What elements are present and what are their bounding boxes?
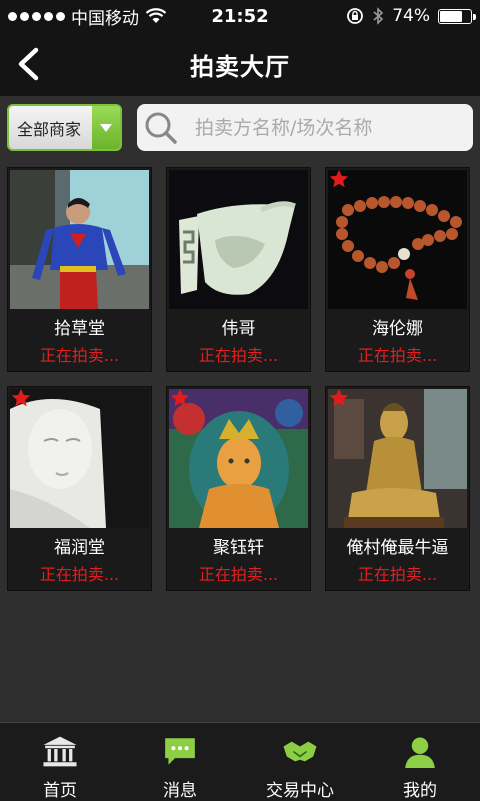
tab-trade-center[interactable]: 交易中心	[240, 723, 360, 801]
featured-star-icon	[170, 388, 190, 407]
featured-star-icon	[329, 169, 349, 188]
auction-name: 海伦娜	[372, 319, 423, 339]
auction-name: 聚钰轩	[213, 538, 264, 558]
auction-status: 正在拍卖...	[198, 346, 279, 365]
page-title: 拍卖大厅	[190, 52, 290, 81]
auction-name: 福润堂	[54, 538, 105, 558]
tab-home[interactable]: 首页	[0, 723, 120, 801]
merchant-filter-label: 全部商家	[17, 119, 82, 139]
merchant-filter-dropdown[interactable]: 全部商家	[7, 104, 122, 151]
status-bar: 中国移动 21:52 74%	[0, 0, 480, 32]
auction-thumbnail-guanyin-statue	[10, 389, 149, 528]
carrier-label: 中国移动	[71, 8, 139, 29]
bank-icon	[43, 736, 77, 767]
auction-status: 正在拍卖...	[198, 565, 279, 584]
user-icon	[405, 737, 435, 768]
auction-card[interactable]: 俺村俺最牛逼 正在拍卖...	[325, 386, 470, 591]
auction-thumbnail-thangka	[169, 389, 308, 528]
chevron-left-icon	[18, 47, 39, 81]
auction-card[interactable]: 海伦娜 正在拍卖...	[325, 167, 470, 372]
search-box[interactable]	[137, 104, 473, 151]
filter-row: 全部商家	[0, 96, 480, 160]
chat-bubble-icon	[165, 738, 195, 765]
auction-status: 正在拍卖...	[39, 346, 120, 365]
auction-card[interactable]: 拾草堂 正在拍卖...	[7, 167, 152, 372]
auction-card[interactable]: 聚钰轩 正在拍卖...	[166, 386, 311, 591]
handshake-icon	[283, 741, 317, 762]
auction-card[interactable]: 福润堂 正在拍卖...	[7, 386, 152, 591]
featured-star-icon	[329, 388, 349, 407]
signal-strength-icon	[8, 11, 65, 21]
tab-messages[interactable]: 消息	[120, 723, 240, 801]
search-icon	[145, 112, 177, 144]
wifi-icon	[145, 8, 167, 23]
tab-label: 交易中心	[266, 781, 334, 801]
auction-thumbnail-buddha-statue	[328, 389, 467, 528]
battery-percent: 74%	[392, 6, 430, 26]
rotation-lock-icon	[347, 8, 364, 24]
auction-thumbnail-jade-cup	[169, 170, 308, 309]
bottom-tab-bar: 首页 消息 交易中心 我的	[0, 722, 480, 801]
auction-status: 正在拍卖...	[357, 346, 438, 365]
auction-status: 正在拍卖...	[39, 565, 120, 584]
tab-label: 消息	[163, 781, 197, 801]
tab-label: 首页	[43, 781, 77, 801]
battery-icon	[438, 8, 476, 24]
featured-star-icon	[11, 388, 31, 407]
bluetooth-icon	[373, 7, 384, 25]
search-input[interactable]	[193, 115, 457, 140]
auction-name: 拾草堂	[54, 319, 105, 339]
auction-status: 正在拍卖...	[357, 565, 438, 584]
auction-card[interactable]: 伟哥 正在拍卖...	[166, 167, 311, 372]
tab-label: 我的	[403, 781, 437, 801]
auction-name: 伟哥	[221, 319, 256, 339]
tab-profile[interactable]: 我的	[360, 723, 480, 801]
navigation-bar: 拍卖大厅	[0, 32, 480, 96]
auction-name: 俺村俺最牛逼	[346, 538, 449, 558]
auction-thumbnail-superman	[10, 170, 149, 309]
dropdown-arrow-icon	[92, 106, 120, 149]
auction-thumbnail-prayer-beads	[328, 170, 467, 309]
back-button[interactable]	[8, 42, 48, 86]
